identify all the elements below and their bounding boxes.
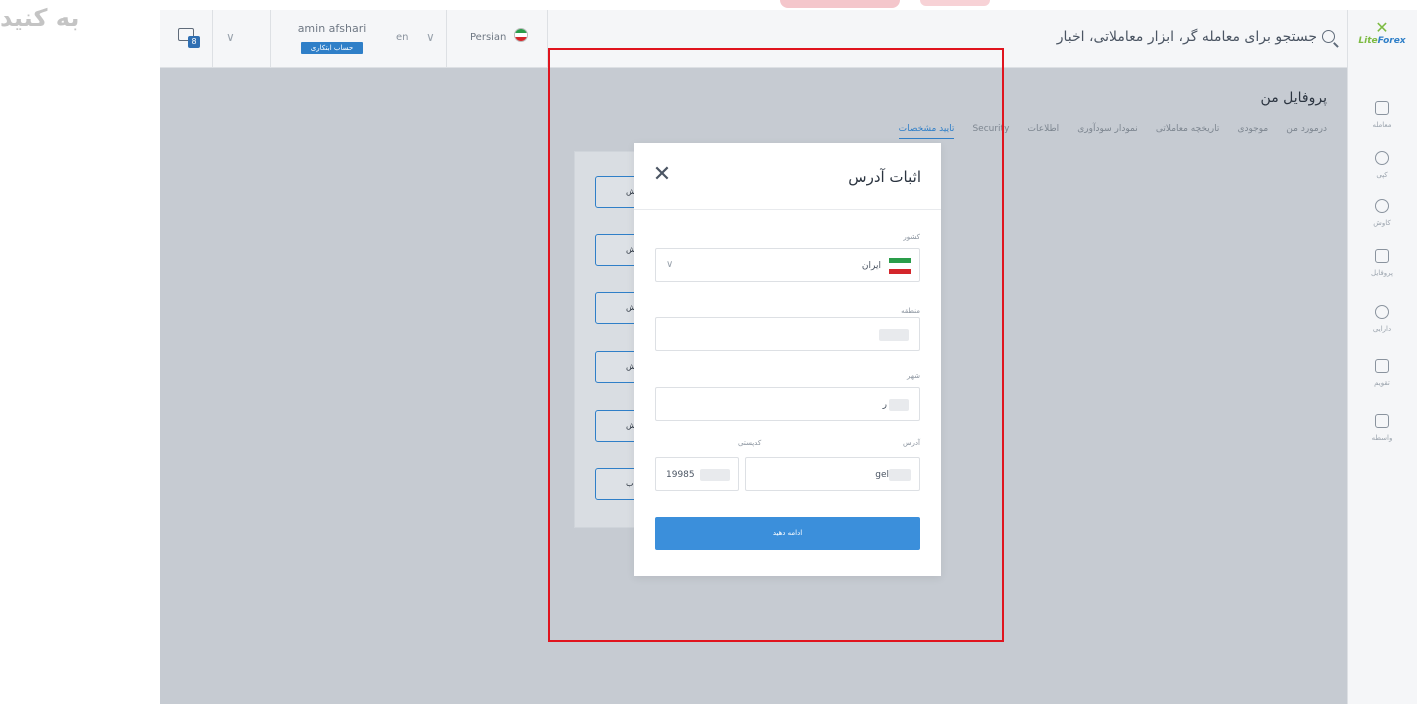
notifications-badge: 8 xyxy=(188,36,200,48)
sidebar-item-partner[interactable]: واسطه xyxy=(1347,413,1417,442)
city-label: شهر xyxy=(907,372,920,380)
search-icon[interactable] xyxy=(1322,30,1335,43)
city-value: ر xyxy=(882,400,887,410)
notifications-icon[interactable]: 8 xyxy=(178,28,204,50)
liteforex-logo[interactable]: ✕ LiteForex xyxy=(1355,18,1409,47)
logo-text-forex: Forex xyxy=(1377,36,1406,46)
chart-icon xyxy=(1375,101,1389,115)
profile-tabs: درمورد من موجودی تاریخچه معاملاتی نمودار… xyxy=(886,116,1327,139)
tab-about-me[interactable]: درمورد من xyxy=(1286,124,1327,138)
logo-icon: ✕ xyxy=(1375,18,1389,37)
sidebar-item-trade[interactable]: معامله xyxy=(1347,100,1417,129)
profile-card-icon xyxy=(1375,249,1389,263)
divider xyxy=(270,10,271,68)
user-icon xyxy=(1375,151,1389,165)
sidebar-item-label: کاوش xyxy=(1373,219,1391,227)
search-input[interactable]: جستجو برای معامله گر، ابزار معاملاتی، اخ… xyxy=(1057,29,1317,45)
tab-profit-chart[interactable]: نمودار سودآوری xyxy=(1077,124,1138,138)
postal-code-value: 19985 xyxy=(666,470,695,480)
watermark-text: به کنید xyxy=(0,4,80,32)
language-code: en xyxy=(396,32,409,43)
redacted-value xyxy=(700,469,730,481)
sidebar-item-label: دارایی xyxy=(1372,325,1392,333)
divider xyxy=(547,10,548,68)
user-menu[interactable]: amin afshari حساب ابتکاری xyxy=(292,22,372,54)
user-name: amin afshari xyxy=(297,22,367,35)
logo-text-lite: Lite xyxy=(1358,36,1378,46)
page-title: پروفایل من xyxy=(1260,90,1327,106)
divider xyxy=(212,10,213,68)
postal-code-field[interactable]: 19985 xyxy=(655,457,739,491)
address-label: آدرس xyxy=(903,439,920,447)
tab-security[interactable]: Security xyxy=(972,124,1009,138)
top-bar: 8 ∨ amin afshari حساب ابتکاری en ∨ Persi… xyxy=(160,10,1417,68)
sidebar-item-label: پروفایل xyxy=(1371,269,1393,277)
redacted-value xyxy=(879,329,909,341)
chevron-down-icon[interactable]: ∨ xyxy=(226,30,235,44)
account-badge: حساب ابتکاری xyxy=(301,42,363,54)
country-select[interactable]: ایران ∨ xyxy=(655,248,920,282)
sidebar-item-copy[interactable]: کپی xyxy=(1347,150,1417,179)
continue-button[interactable]: ادامه دهید xyxy=(655,517,920,550)
watermark-accent-secondary xyxy=(920,0,990,6)
tab-verification[interactable]: تایید مشخصات xyxy=(898,124,955,139)
country-label: کشور xyxy=(903,233,920,241)
modal-title: اثبات آدرس xyxy=(848,168,921,186)
sidebar-item-explore[interactable]: کاوش xyxy=(1347,198,1417,227)
watermark-accent xyxy=(780,0,900,8)
chevron-down-icon[interactable]: ∨ xyxy=(426,30,435,44)
redacted-value xyxy=(889,469,911,481)
handshake-icon xyxy=(1375,414,1389,428)
modal-header: اثبات آدرس ✕ xyxy=(634,143,941,210)
close-icon[interactable]: ✕ xyxy=(650,163,674,187)
address-field[interactable]: gel xyxy=(745,457,920,491)
page-root: به کنید 8 ∨ amin afshari حساب ابتکاری en… xyxy=(0,0,1417,704)
country-value: ایران xyxy=(861,261,881,271)
divider xyxy=(446,10,447,68)
explore-icon xyxy=(1375,199,1389,213)
sidebar-item-assets[interactable]: دارایی xyxy=(1347,304,1417,333)
language-selector[interactable]: Persian xyxy=(470,32,506,43)
tab-balance[interactable]: موجودی xyxy=(1237,124,1268,138)
sidebar: ✕ LiteForex معامله کپی کاوش پروفایل دارا… xyxy=(1347,10,1417,704)
dollar-icon xyxy=(1375,305,1389,319)
sidebar-item-label: تقویم xyxy=(1374,379,1390,387)
city-field[interactable]: ر xyxy=(655,387,920,421)
chevron-down-icon: ∨ xyxy=(666,259,674,270)
tab-information[interactable]: اطلاعات xyxy=(1028,124,1060,138)
sidebar-item-profile[interactable]: پروفایل xyxy=(1347,248,1417,277)
postal-code-label: کدپستی xyxy=(738,439,762,447)
sidebar-item-calendar[interactable]: تقویم xyxy=(1347,358,1417,387)
proof-of-address-modal: اثبات آدرس ✕ کشور ایران ∨ منطقه شهر ر آد… xyxy=(634,143,941,576)
sidebar-item-label: واسطه xyxy=(1371,434,1393,442)
tab-trading-history[interactable]: تاریخچه معاملاتی xyxy=(1156,124,1220,138)
iran-flag-icon xyxy=(514,28,528,42)
iran-flag-icon xyxy=(889,258,911,274)
redacted-value xyxy=(889,399,909,411)
address-value: gel xyxy=(875,470,889,480)
region-field[interactable] xyxy=(655,317,920,351)
sidebar-item-label: معامله xyxy=(1372,121,1392,129)
calendar-icon xyxy=(1375,359,1389,373)
sidebar-item-label: کپی xyxy=(1376,171,1388,179)
region-label: منطقه xyxy=(901,307,920,315)
